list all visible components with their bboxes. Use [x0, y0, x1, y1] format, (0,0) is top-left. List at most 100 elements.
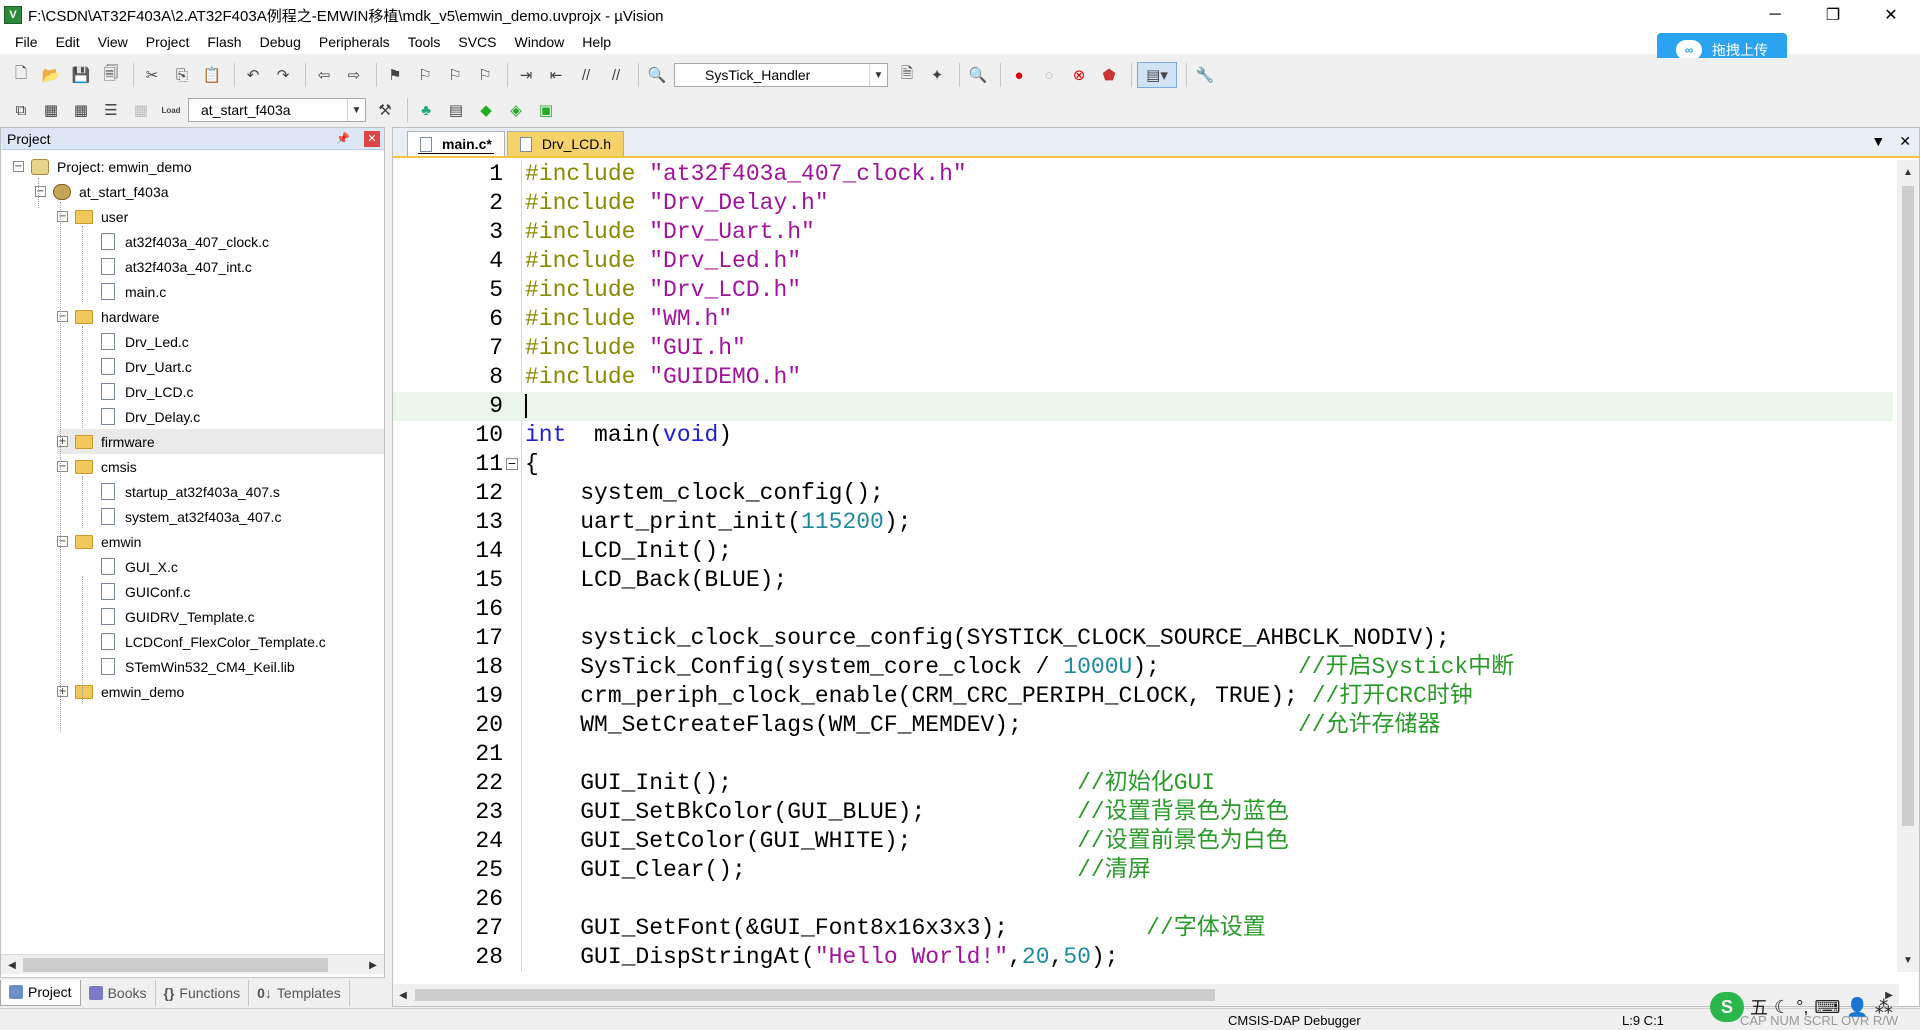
tab-books[interactable]: Books	[81, 979, 156, 1006]
editor-horizontal-scrollbar[interactable]: ◀ ▶	[393, 984, 1899, 1006]
cut-icon[interactable]: ✂	[139, 62, 165, 88]
rebuild-icon[interactable]: ▦	[68, 97, 94, 123]
punctuation-icon[interactable]: °,	[1796, 997, 1808, 1018]
menu-help[interactable]: Help	[573, 30, 620, 54]
code-line[interactable]: 10 int main(void)	[393, 421, 1893, 450]
close-button[interactable]: ✕	[1862, 0, 1920, 30]
code-line[interactable]: 16	[393, 595, 1893, 624]
code-line[interactable]: 18 SysTick_Config(system_core_clock / 10…	[393, 653, 1893, 682]
restore-button[interactable]: ❐	[1804, 0, 1862, 30]
close-tab-icon[interactable]: ✕	[1899, 133, 1911, 150]
scroll-left-icon[interactable]: ◀	[393, 984, 413, 1006]
expand-icon[interactable]: +	[57, 436, 68, 447]
redo-icon[interactable]: ↷	[270, 62, 296, 88]
prev-bookmark-icon[interactable]: ⚐	[412, 62, 438, 88]
scroll-left-icon[interactable]: ◀	[3, 955, 21, 975]
tree-file-item[interactable]: Drv_Uart.c	[101, 354, 192, 379]
tree-project-item[interactable]: − Project: emwin_demo	[13, 154, 192, 179]
code-line[interactable]: 1 #include "at32f403a_407_clock.h"	[393, 160, 1893, 189]
open-file-icon[interactable]: 📂	[38, 62, 64, 88]
window-layout-icon[interactable]: ▤▾	[1137, 62, 1177, 88]
scrollbar-thumb[interactable]	[415, 989, 1215, 1001]
code-line[interactable]: 11−{	[393, 450, 1893, 479]
menu-file[interactable]: File	[6, 30, 47, 54]
code-line[interactable]: 8 #include "GUIDEMO.h"	[393, 363, 1893, 392]
menu-debug[interactable]: Debug	[251, 30, 310, 54]
tree-file-item[interactable]: at32f403a_407_int.c	[101, 254, 252, 279]
tree-folder-item[interactable]: − emwin	[57, 529, 141, 554]
code-line[interactable]: 5 #include "Drv_LCD.h"	[393, 276, 1893, 305]
disable-breakpoint-icon[interactable]: ○	[1036, 62, 1062, 88]
code-line[interactable]: 22 GUI_Init(); //初始化GUI	[393, 769, 1893, 798]
code-line[interactable]: 7 #include "GUI.h"	[393, 334, 1893, 363]
stop-build-icon[interactable]: ▦	[128, 97, 154, 123]
batch-build-icon[interactable]: ☰	[98, 97, 124, 123]
moon-icon[interactable]: ☾	[1774, 997, 1790, 1018]
nav-back-icon[interactable]: ⇦	[311, 62, 337, 88]
nav-forward-icon[interactable]: ⇨	[341, 62, 367, 88]
code-line[interactable]: 4 #include "Drv_Led.h"	[393, 247, 1893, 276]
code-line[interactable]: 12 system_clock_config();	[393, 479, 1893, 508]
expand-icon[interactable]: +	[57, 686, 68, 697]
target-combo[interactable]: at_start_f403a ▼	[188, 98, 366, 122]
save-icon[interactable]: 💾	[68, 62, 94, 88]
device-icon[interactable]: ▣	[533, 97, 559, 123]
tree-file-item[interactable]: main.c	[101, 279, 166, 304]
chevron-down-icon[interactable]: ▼	[869, 64, 887, 86]
breakpoint-icon[interactable]: ●	[1006, 62, 1032, 88]
minimize-button[interactable]: ─	[1746, 0, 1804, 30]
save-all-icon[interactable]: 🗐	[98, 62, 124, 88]
collapse-icon[interactable]: −	[57, 461, 68, 472]
indent-icon[interactable]: ⇥	[513, 62, 539, 88]
function-combo[interactable]: SysTick_Handler ▼	[674, 63, 888, 87]
code-line[interactable]: 27 GUI_SetFont(&GUI_Font8x16x3x3); //字体设…	[393, 914, 1893, 943]
target-options-icon[interactable]: ⚒	[372, 97, 398, 123]
menu-edit[interactable]: Edit	[47, 30, 89, 54]
collapse-icon[interactable]: −	[57, 211, 68, 222]
menu-svcs[interactable]: SVCS	[449, 30, 505, 54]
tree-file-item[interactable]: system_at32f403a_407.c	[101, 504, 281, 529]
menu-tools[interactable]: Tools	[399, 30, 450, 54]
manage-rte-icon[interactable]: ▤	[443, 97, 469, 123]
current-code-line[interactable]: 9	[393, 392, 1893, 421]
collapse-icon[interactable]: −	[57, 311, 68, 322]
manage-project-items-icon[interactable]: ♣	[413, 97, 439, 123]
select-packs-icon[interactable]: ◆	[473, 97, 499, 123]
tree-folder-item[interactable]: − hardware	[57, 304, 159, 329]
menu-peripherals[interactable]: Peripherals	[310, 30, 399, 54]
code-line[interactable]: 14 LCD_Init();	[393, 537, 1893, 566]
project-horizontal-scrollbar[interactable]: ◀ ▶	[1, 954, 384, 974]
tab-drv-lcd-h[interactable]: Drv_LCD.h	[506, 131, 625, 156]
tree-file-item[interactable]: STemWin532_CM4_Keil.lib	[101, 654, 295, 679]
code-line[interactable]: 3 #include "Drv_Uart.h"	[393, 218, 1893, 247]
kill-breakpoints-icon[interactable]: ⊗	[1066, 62, 1092, 88]
code-line[interactable]: 2 #include "Drv_Delay.h"	[393, 189, 1893, 218]
code-line[interactable]: 24 GUI_SetColor(GUI_WHITE); //设置前景色为白色	[393, 827, 1893, 856]
menu-flash[interactable]: Flash	[198, 30, 250, 54]
code-line[interactable]: 20 WM_SetCreateFlags(WM_CF_MEMDEV); //允许…	[393, 711, 1893, 740]
incremental-find-icon[interactable]: ✦	[924, 62, 950, 88]
code-line[interactable]: 25 GUI_Clear(); //清屏	[393, 856, 1893, 885]
code-line[interactable]: 17 systick_clock_source_config(SYSTICK_C…	[393, 624, 1893, 653]
close-panel-icon[interactable]: ✕	[364, 130, 380, 147]
tree-file-item[interactable]: LCDConf_FlexColor_Template.c	[101, 629, 326, 654]
code-line[interactable]: 15 LCD_Back(BLUE);	[393, 566, 1893, 595]
undo-icon[interactable]: ↶	[240, 62, 266, 88]
fold-collapse-icon[interactable]: −	[506, 458, 518, 470]
find-icon[interactable]: 🗎	[894, 62, 920, 88]
sogou-logo-icon[interactable]: S	[1710, 992, 1744, 1022]
user-icon[interactable]: 👤	[1846, 997, 1868, 1018]
code-line[interactable]: 6 #include "WM.h"	[393, 305, 1893, 334]
scroll-down-icon[interactable]: ▼	[1897, 950, 1919, 970]
paste-icon[interactable]: 📋	[199, 62, 225, 88]
collapse-icon[interactable]: −	[57, 536, 68, 547]
tree-folder-item[interactable]: − cmsis	[57, 454, 137, 479]
tree-file-item[interactable]: Drv_Delay.c	[101, 404, 200, 429]
clear-bookmarks-icon[interactable]: ⚐	[472, 62, 498, 88]
keyboard-icon[interactable]: ⌨	[1814, 997, 1840, 1018]
code-line[interactable]: 13 uart_print_init(115200);	[393, 508, 1893, 537]
code-area[interactable]: 1 #include "at32f403a_407_clock.h" 2 #incl…	[393, 160, 1893, 972]
chevron-down-icon[interactable]: ▼	[347, 99, 365, 121]
configure-icon[interactable]: 🔧	[1192, 62, 1218, 88]
copy-icon[interactable]: ⎘	[169, 62, 195, 88]
